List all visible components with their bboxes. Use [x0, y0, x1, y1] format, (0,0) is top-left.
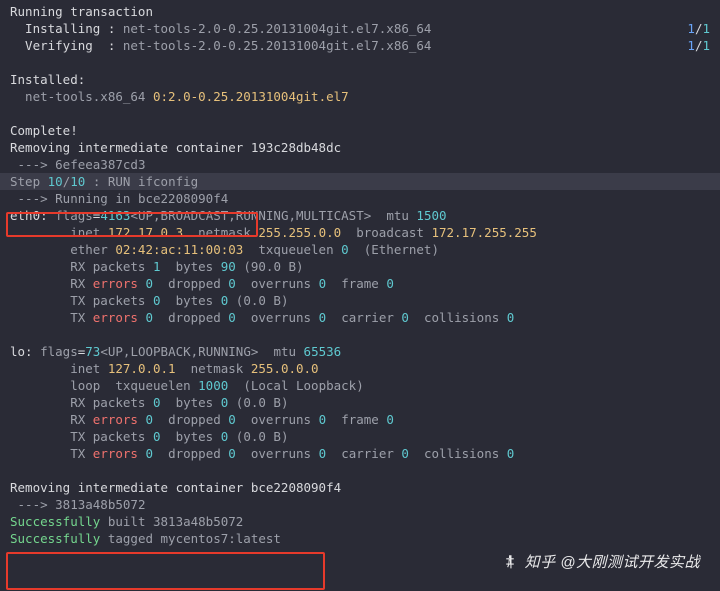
highlight-box-success: [6, 552, 325, 590]
blank: [0, 462, 720, 479]
removing-container-2: Removing intermediate container bce22080…: [0, 479, 720, 496]
removing-container-1: Removing intermediate container 193c28db…: [0, 139, 720, 156]
running-in: ---> Running in bce2208090f4: [0, 190, 720, 207]
lo-tx-packets: TX packets 0 bytes 0 (0.0 B): [0, 428, 720, 445]
success-built: Successfully built 3813a48b5072: [0, 513, 720, 530]
hash-1: ---> 6efeea387cd3: [0, 156, 720, 173]
install-line: Installing : net-tools-2.0-0.25.20131004…: [0, 20, 720, 37]
zhihu-icon: [501, 553, 519, 571]
lo-rx-errors: RX errors 0 dropped 0 overruns 0 frame 0: [0, 411, 720, 428]
lo-tx-errors: TX errors 0 dropped 0 overruns 0 carrier…: [0, 445, 720, 462]
lo-header: lo: flags=73<UP,LOOPBACK,RUNNING> mtu 65…: [0, 343, 720, 360]
blank: [0, 326, 720, 343]
hash-2: ---> 3813a48b5072: [0, 496, 720, 513]
installed-pkg: net-tools.x86_64 0:2.0-0.25.20131004git.…: [0, 88, 720, 105]
lo-inet: inet 127.0.0.1 netmask 255.0.0.0: [0, 360, 720, 377]
blank: [0, 105, 720, 122]
eth0-header: eth0: flags=4163<UP,BROADCAST,RUNNING,MU…: [0, 207, 720, 224]
verify-line: Verifying : net-tools-2.0-0.25.20131004g…: [0, 37, 720, 54]
success-tagged: Successfully tagged mycentos7:latest: [0, 530, 720, 547]
blank: [0, 54, 720, 71]
eth0-ether: ether 02:42:ac:11:00:03 txqueuelen 0 (Et…: [0, 241, 720, 258]
watermark-text: 知乎 @大刚测试开发实战: [525, 554, 700, 571]
eth0-inet: inet 172.17.0.3 netmask 255.255.0.0 broa…: [0, 224, 720, 241]
installed-header: Installed:: [0, 71, 720, 88]
transaction-header: Running transaction: [0, 3, 720, 20]
eth0-rx-errors: RX errors 0 dropped 0 overruns 0 frame 0: [0, 275, 720, 292]
step-line: Step 10/10 : RUN ifconfig: [0, 173, 720, 190]
eth0-rx-packets: RX packets 1 bytes 90 (90.0 B): [0, 258, 720, 275]
watermark: 知乎 @大刚测试开发实战: [501, 553, 700, 571]
lo-rx-packets: RX packets 0 bytes 0 (0.0 B): [0, 394, 720, 411]
eth0-tx-packets: TX packets 0 bytes 0 (0.0 B): [0, 292, 720, 309]
lo-loop: loop txqueuelen 1000 (Local Loopback): [0, 377, 720, 394]
complete: Complete!: [0, 122, 720, 139]
eth0-tx-errors: TX errors 0 dropped 0 overruns 0 carrier…: [0, 309, 720, 326]
